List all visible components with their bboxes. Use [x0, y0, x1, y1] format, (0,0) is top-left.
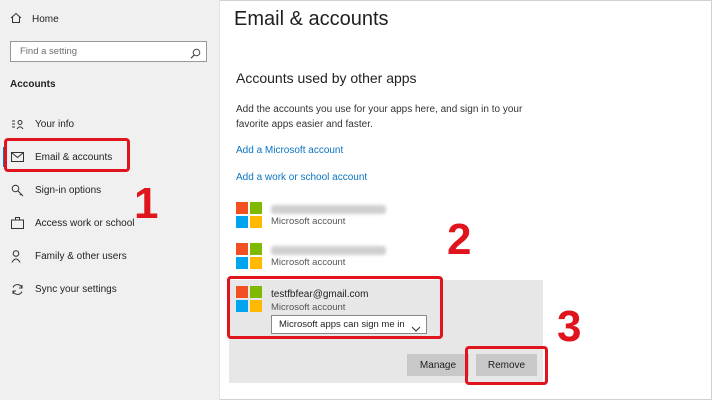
annotation-box-step3	[465, 346, 548, 385]
annotation-number-3: 3	[557, 302, 582, 351]
sidebar-item-your-info[interactable]: Your info	[10, 116, 74, 132]
sidebar-item-label: Access work or school	[35, 217, 135, 229]
sidebar-item-sync-settings[interactable]: Sync your settings	[10, 281, 117, 297]
section-label-accounts: Accounts	[10, 79, 56, 90]
briefcase-icon	[10, 216, 24, 230]
sidebar-item-access-work[interactable]: Access work or school	[10, 215, 134, 231]
redacted-account-name	[271, 205, 386, 214]
sidebar-item-label: Your info	[35, 118, 75, 130]
sidebar: Home Find a setting Accounts Your info E…	[0, 0, 220, 400]
annotation-box-step1	[4, 138, 130, 172]
add-work-school-account-link[interactable]: Add a work or school account	[236, 172, 367, 183]
annotation-number-1: 1	[134, 179, 159, 228]
page-title: Email & accounts	[234, 8, 389, 30]
account-type: Microsoft account	[271, 257, 346, 268]
home-nav-item[interactable]: Home	[10, 12, 59, 27]
sidebar-item-label: Family & other users	[35, 250, 127, 262]
person-card-icon	[10, 117, 24, 131]
search-input[interactable]: Find a setting	[10, 41, 207, 62]
sidebar-item-family-users[interactable]: Family & other users	[10, 248, 127, 264]
sidebar-item-sign-in-options[interactable]: Sign-in options	[10, 182, 101, 198]
home-label: Home	[32, 14, 59, 25]
add-microsoft-account-link[interactable]: Add a Microsoft account	[236, 145, 343, 156]
section-heading: Accounts used by other apps	[236, 70, 417, 86]
sidebar-item-label: Sync your settings	[35, 283, 117, 295]
annotation-number-2: 2	[447, 215, 472, 264]
microsoft-logo-icon	[236, 243, 262, 269]
sidebar-item-label: Sign-in options	[35, 184, 102, 196]
home-icon	[10, 12, 22, 27]
redacted-account-name	[271, 246, 386, 255]
search-icon[interactable]	[190, 46, 201, 64]
sync-icon	[10, 282, 24, 296]
microsoft-logo-icon	[236, 202, 262, 228]
manage-button[interactable]: Manage	[407, 354, 469, 376]
section-description: Add the accounts you use for your apps h…	[236, 104, 523, 130]
key-icon	[10, 183, 24, 197]
account-type: Microsoft account	[271, 216, 346, 227]
search-placeholder: Find a setting	[20, 46, 78, 57]
people-icon	[10, 249, 24, 263]
annotation-box-step2	[227, 276, 443, 339]
